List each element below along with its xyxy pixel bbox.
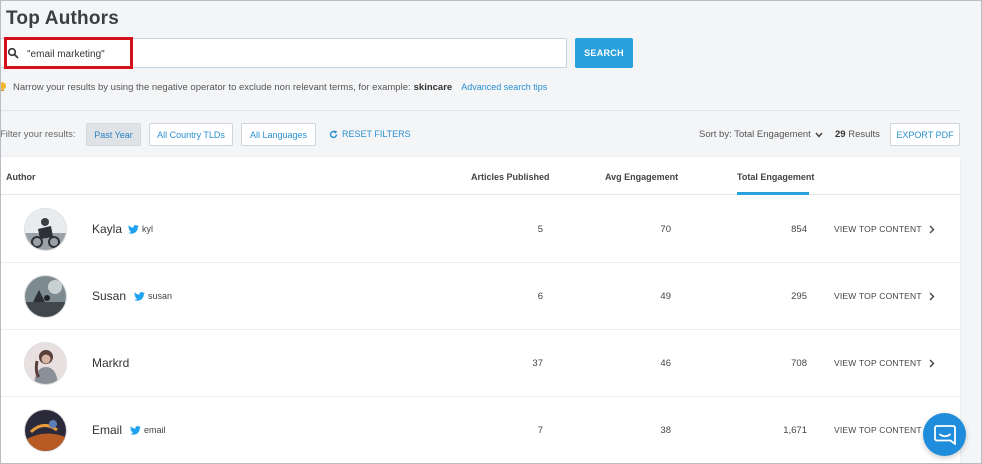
- chevron-right-icon: [929, 225, 935, 233]
- column-author[interactable]: Author: [6, 172, 36, 182]
- chevron-right-icon: [929, 359, 935, 367]
- chevron-right-icon: [929, 292, 935, 300]
- view-top-content-button[interactable]: VIEW TOP CONTENT: [834, 224, 935, 234]
- table-row: Kayla kyl 5 70 854 VIEW TOP CONTENT: [0, 196, 960, 263]
- advanced-search-tips-link[interactable]: Advanced search tips: [461, 82, 547, 92]
- avatar[interactable]: [24, 275, 67, 318]
- avatar[interactable]: [24, 409, 67, 452]
- column-articles-published[interactable]: Articles Published: [471, 172, 550, 182]
- total-engagement-value: 708: [791, 358, 807, 369]
- twitter-icon: [128, 224, 139, 234]
- view-top-content-label: VIEW TOP CONTENT: [834, 224, 922, 234]
- results-number: 29: [835, 129, 846, 140]
- search-icon: [7, 47, 19, 59]
- search-button[interactable]: SEARCH: [575, 38, 633, 68]
- avatar[interactable]: [24, 342, 67, 385]
- filter-past-year[interactable]: Past Year: [86, 123, 141, 146]
- twitter-icon: [130, 425, 141, 435]
- column-total-engagement[interactable]: Total Engagement: [737, 172, 814, 182]
- divider: [0, 110, 960, 111]
- articles-published-value: 7: [537, 425, 543, 436]
- table-row: Email email 7 38 1,671 VIEW TOP CONTENT: [0, 397, 960, 464]
- view-top-content-button[interactable]: VIEW TOP CONTENT: [834, 425, 935, 435]
- twitter-handle[interactable]: email: [130, 425, 166, 435]
- table-row: Markrd 37 46 708 VIEW TOP CONTENT: [0, 330, 960, 397]
- search-box[interactable]: [0, 38, 567, 68]
- twitter-handle[interactable]: susan: [134, 291, 172, 301]
- sort-dropdown[interactable]: Sort by: Total Engagement: [699, 129, 823, 140]
- reset-filters-button[interactable]: RESET FILTERS: [329, 129, 411, 139]
- twitter-icon: [134, 291, 145, 301]
- total-engagement-value: 854: [791, 224, 807, 235]
- reset-filters-label: RESET FILTERS: [342, 129, 411, 139]
- filter-label: Filter your results:: [0, 129, 76, 140]
- results-count: 29 Results: [835, 129, 880, 140]
- twitter-handle[interactable]: kyl: [128, 224, 153, 234]
- table-row: Susan susan 6 49 295 VIEW TOP CONTENT: [0, 263, 960, 330]
- articles-published-value: 5: [537, 224, 543, 235]
- filter-languages[interactable]: All Languages: [241, 123, 316, 146]
- author-name[interactable]: Markrd: [92, 356, 129, 370]
- refresh-icon: [329, 129, 338, 138]
- handle-text: kyl: [142, 224, 153, 234]
- view-top-content-button[interactable]: VIEW TOP CONTENT: [834, 358, 935, 368]
- chat-button[interactable]: [923, 413, 966, 456]
- avatar-image: [25, 410, 66, 451]
- view-top-content-button[interactable]: VIEW TOP CONTENT: [834, 291, 935, 301]
- articles-published-value: 37: [532, 358, 543, 369]
- avatar-image: [25, 343, 66, 384]
- search-hint: Narrow your results by using the negativ…: [0, 80, 547, 94]
- results-label: Results: [848, 129, 880, 140]
- avg-engagement-value: 70: [660, 224, 671, 235]
- view-top-content-label: VIEW TOP CONTENT: [834, 425, 922, 435]
- avatar-image: [25, 276, 66, 317]
- articles-published-value: 6: [537, 291, 543, 302]
- avg-engagement-value: 38: [660, 425, 671, 436]
- export-pdf-button[interactable]: EXPORT PDF: [890, 123, 960, 146]
- column-avg-engagement[interactable]: Avg Engagement: [605, 172, 678, 182]
- chevron-down-icon: [815, 132, 823, 138]
- page-title: Top Authors: [6, 8, 120, 29]
- avg-engagement-value: 46: [660, 358, 671, 369]
- active-sort-indicator: [737, 192, 809, 195]
- handle-text: email: [144, 425, 166, 435]
- view-top-content-label: VIEW TOP CONTENT: [834, 291, 922, 301]
- hint-text: Narrow your results by using the negativ…: [13, 81, 411, 93]
- avatar[interactable]: [24, 208, 67, 251]
- handle-text: susan: [148, 291, 173, 301]
- sort-label: Sort by: Total Engagement: [699, 129, 811, 140]
- total-engagement-value: 1,671: [783, 425, 807, 436]
- search-input[interactable]: [27, 45, 547, 63]
- hint-example: skincare: [413, 81, 453, 93]
- avatar-image: [25, 209, 66, 250]
- table-header: Author Articles Published Avg Engagement…: [0, 157, 960, 195]
- authors-table: Author Articles Published Avg Engagement…: [0, 157, 960, 464]
- total-engagement-value: 295: [791, 291, 807, 302]
- author-name[interactable]: Kayla: [92, 222, 122, 236]
- lightbulb-icon: [0, 82, 6, 91]
- avg-engagement-value: 49: [660, 291, 671, 302]
- view-top-content-label: VIEW TOP CONTENT: [834, 358, 922, 368]
- author-name[interactable]: Susan: [92, 289, 126, 303]
- author-name[interactable]: Email: [92, 423, 122, 437]
- chat-icon: [933, 424, 956, 445]
- filter-country-tlds[interactable]: All Country TLDs: [149, 123, 233, 146]
